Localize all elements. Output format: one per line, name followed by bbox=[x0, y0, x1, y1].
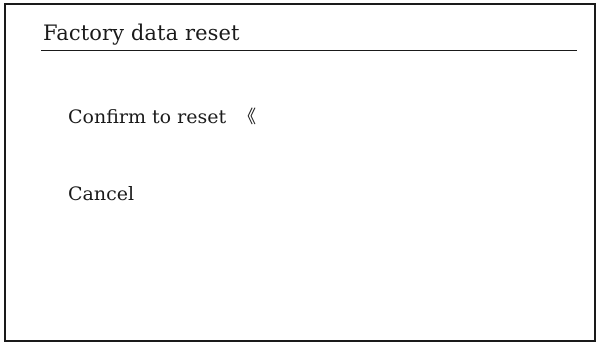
page-title: Factory data reset bbox=[43, 21, 240, 45]
confirm-reset-label: Confirm to reset bbox=[68, 106, 227, 128]
confirm-reset-option[interactable]: Confirm to reset 《 bbox=[68, 105, 256, 130]
cancel-option[interactable]: Cancel bbox=[68, 182, 134, 206]
cancel-label: Cancel bbox=[68, 183, 135, 205]
factory-reset-screen: Factory data reset Confirm to reset 《 Can… bbox=[4, 3, 596, 342]
selection-marker-icon: 《 bbox=[238, 107, 257, 128]
title-divider bbox=[41, 50, 577, 51]
